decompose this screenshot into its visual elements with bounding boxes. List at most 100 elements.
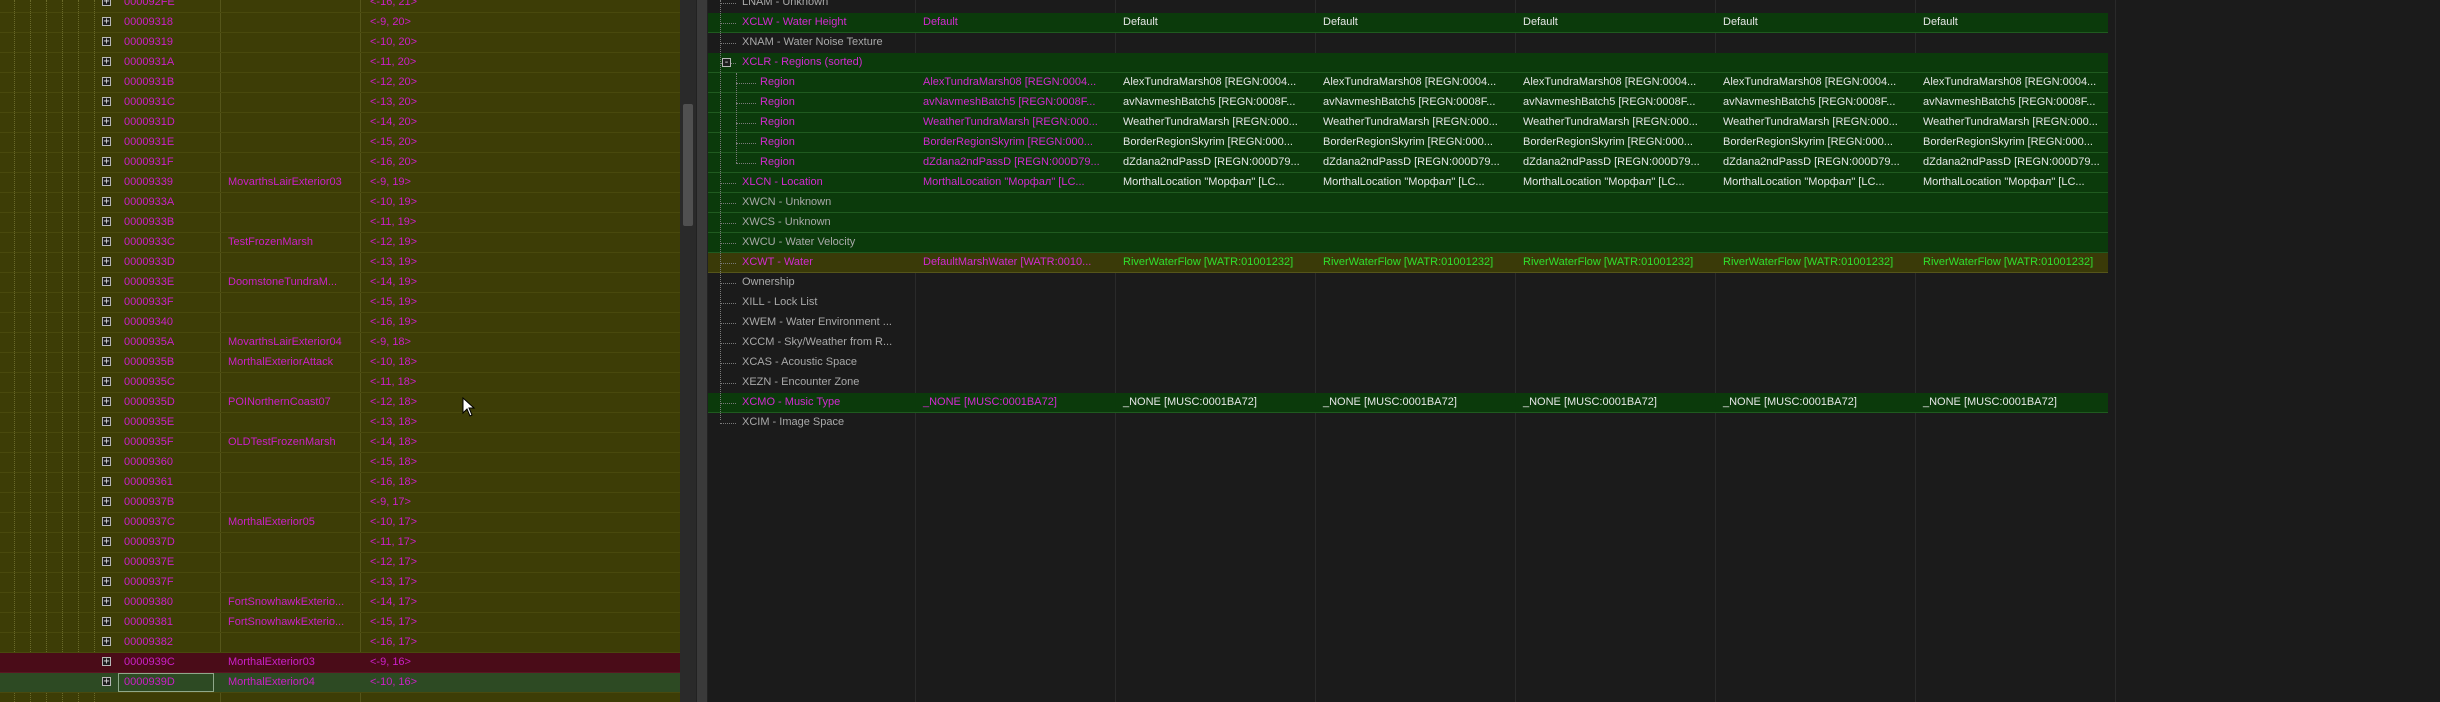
tree-row[interactable]: +0000931F <-16, 20> [0, 153, 680, 173]
tree-row[interactable]: +0000931C <-13, 20> [0, 93, 680, 113]
expand-plus-icon[interactable]: + [102, 657, 111, 667]
field-value[interactable]: BorderRegionSkyrim [REGN:000... [1117, 133, 1313, 152]
tree-row[interactable]: +00009381 FortSnowhawkExterio... <-15, 17> [0, 613, 680, 633]
expand-plus-icon[interactable]: + [102, 57, 111, 67]
field-value[interactable]: Default [1317, 13, 1513, 32]
field-value[interactable]: MorthalLocation "Морфал" [LC... [1717, 173, 1913, 192]
tree-row[interactable]: +00009382 <-16, 17> [0, 633, 680, 653]
field-value[interactable]: RiverWaterFlow [WATR:01001232] [1917, 253, 2113, 272]
field-value[interactable]: BorderRegionSkyrim [REGN:000... [1317, 133, 1513, 152]
tree-row[interactable]: +0000935D POINorthernCoast07 <-12, 18> [0, 393, 680, 413]
field-row[interactable]: XCIM - Image Space [708, 413, 2108, 433]
field-row[interactable]: - XCLR - Regions (sorted) [708, 53, 2108, 73]
field-value[interactable]: AlexTundraMarsh08 [REGN:0004... [1317, 73, 1513, 92]
tree-row[interactable]: +0000937F <-13, 17> [0, 573, 680, 593]
field-value[interactable]: Default [1517, 13, 1713, 32]
tree-row[interactable]: +0000933E DoomstoneTundraM... <-14, 19> [0, 273, 680, 293]
tree-row[interactable]: +0000937B <-9, 17> [0, 493, 680, 513]
field-value[interactable]: WeatherTundraMarsh [REGN:000... [1517, 113, 1713, 132]
field-row[interactable]: Region dZdana2ndPassD [REGN:000D79... dZda… [708, 153, 2108, 173]
expand-plus-icon[interactable]: + [102, 117, 111, 127]
field-row[interactable]: XLCN - Location MorthalLocation "Морфал" … [708, 173, 2108, 193]
field-value[interactable]: AlexTundraMarsh08 [REGN:0004... [917, 73, 1113, 92]
field-value[interactable]: AlexTundraMarsh08 [REGN:0004... [1517, 73, 1713, 92]
field-value[interactable]: WeatherTundraMarsh [REGN:000... [1317, 113, 1513, 132]
expand-plus-icon[interactable]: + [102, 477, 111, 487]
expand-plus-icon[interactable]: + [102, 237, 111, 247]
expand-plus-icon[interactable]: + [102, 357, 111, 367]
field-row[interactable]: Region WeatherTundraMarsh [REGN:000... Wea… [708, 113, 2108, 133]
expand-plus-icon[interactable]: + [102, 217, 111, 227]
field-row[interactable]: XCMO - Music Type _NONE [MUSC:0001BA72] _N… [708, 393, 2108, 413]
field-row[interactable]: Region BorderRegionSkyrim [REGN:000... Bor… [708, 133, 2108, 153]
field-value[interactable]: BorderRegionSkyrim [REGN:000... [917, 133, 1113, 152]
expand-plus-icon[interactable]: + [102, 577, 111, 587]
tree-row[interactable]: +0000933C TestFrozenMarsh <-12, 19> [0, 233, 680, 253]
field-row[interactable]: XWEM - Water Environment ... [708, 313, 2108, 333]
expand-plus-icon[interactable]: + [102, 337, 111, 347]
field-value[interactable]: DefaultMarshWater [WATR:0010... [917, 253, 1113, 272]
expand-plus-icon[interactable]: + [102, 0, 111, 7]
tree-row[interactable]: +00009361 <-16, 18> [0, 473, 680, 493]
expand-plus-icon[interactable]: + [102, 557, 111, 567]
tree-row[interactable]: +00009339 MovarthsLairExterior03 <-9, 19> [0, 173, 680, 193]
field-value[interactable]: _NONE [MUSC:0001BA72] [1317, 393, 1513, 412]
field-value[interactable]: RiverWaterFlow [WATR:01001232] [1117, 253, 1313, 272]
expand-plus-icon[interactable]: + [102, 437, 111, 447]
tree-row[interactable]: +0000937C MorthalExterior05 <-10, 17> [0, 513, 680, 533]
field-value[interactable]: _NONE [MUSC:0001BA72] [1717, 393, 1913, 412]
field-value[interactable]: MorthalLocation "Морфал" [LC... [1117, 173, 1313, 192]
field-row[interactable]: XCCM - Sky/Weather from R... [708, 333, 2108, 353]
tree-row[interactable]: +0000933D <-13, 19> [0, 253, 680, 273]
field-value[interactable]: avNavmeshBatch5 [REGN:0008F... [1317, 93, 1513, 112]
field-value[interactable]: WeatherTundraMarsh [REGN:000... [1717, 113, 1913, 132]
field-value[interactable]: Default [917, 13, 1113, 32]
field-value[interactable]: WeatherTundraMarsh [REGN:000... [1917, 113, 2113, 132]
field-value[interactable]: Default [1117, 13, 1313, 32]
field-row[interactable]: XCAS - Acoustic Space [708, 353, 2108, 373]
field-row[interactable]: LNAM - Unknown [708, 0, 2108, 13]
field-value[interactable]: _NONE [MUSC:0001BA72] [1517, 393, 1713, 412]
tree-row[interactable]: +0000935A MovarthsLairExterior04 <-9, 18> [0, 333, 680, 353]
expand-plus-icon[interactable]: + [102, 377, 111, 387]
expand-plus-icon[interactable]: + [102, 77, 111, 87]
expand-plus-icon[interactable]: + [102, 17, 111, 27]
expand-plus-icon[interactable]: + [102, 677, 111, 687]
tree-row[interactable]: +0000931D <-14, 20> [0, 113, 680, 133]
field-value[interactable]: MorthalLocation "Морфал" [LC... [1317, 173, 1513, 192]
field-value[interactable]: dZdana2ndPassD [REGN:000D79... [917, 153, 1113, 172]
field-row[interactable]: XWCU - Water Velocity [708, 233, 2108, 253]
tree-row[interactable]: +0000933F <-15, 19> [0, 293, 680, 313]
field-row[interactable]: XILL - Lock List [708, 293, 2108, 313]
panel-splitter[interactable] [696, 0, 708, 702]
tree-row[interactable]: +0000937E <-12, 17> [0, 553, 680, 573]
expand-plus-icon[interactable]: + [102, 637, 111, 647]
field-value[interactable]: avNavmeshBatch5 [REGN:0008F... [1917, 93, 2113, 112]
field-row[interactable]: Ownership [708, 273, 2108, 293]
field-row[interactable]: XNAM - Water Noise Texture [708, 33, 2108, 53]
expand-plus-icon[interactable]: + [102, 97, 111, 107]
tree-row[interactable]: +0000939C MorthalExterior03 <-9, 16> [0, 653, 680, 673]
tree-row[interactable]: +0000935E <-13, 18> [0, 413, 680, 433]
expand-plus-icon[interactable]: + [102, 457, 111, 467]
tree-row[interactable]: +00009318 <-9, 20> [0, 13, 680, 33]
field-value[interactable]: AlexTundraMarsh08 [REGN:0004... [1917, 73, 2113, 92]
tree-row[interactable]: +0000935C <-11, 18> [0, 373, 680, 393]
tree-row[interactable]: +0000935F OLDTestFrozenMarsh <-14, 18> [0, 433, 680, 453]
expand-plus-icon[interactable]: + [102, 197, 111, 207]
field-value[interactable]: _NONE [MUSC:0001BA72] [917, 393, 1113, 412]
field-row[interactable]: XCLW - Water Height Default Default Default… [708, 13, 2108, 33]
tree-row[interactable]: +0000935B MorthalExteriorAttack <-10, 18> [0, 353, 680, 373]
tree-row[interactable]: +0000931B <-12, 20> [0, 73, 680, 93]
field-value[interactable]: RiverWaterFlow [WATR:01001232] [1517, 253, 1713, 272]
expand-plus-icon[interactable]: + [102, 617, 111, 627]
field-value[interactable]: RiverWaterFlow [WATR:01001232] [1317, 253, 1513, 272]
field-value[interactable]: BorderRegionSkyrim [REGN:000... [1517, 133, 1713, 152]
field-value[interactable]: avNavmeshBatch5 [REGN:0008F... [1517, 93, 1713, 112]
expand-plus-icon[interactable]: + [102, 417, 111, 427]
field-value[interactable]: Default [1717, 13, 1913, 32]
field-value[interactable]: avNavmeshBatch5 [REGN:0008F... [917, 93, 1113, 112]
collapse-minus-icon[interactable]: - [722, 58, 731, 68]
field-row[interactable]: XWCS - Unknown [708, 213, 2108, 233]
field-row[interactable]: Region avNavmeshBatch5 [REGN:0008F... avNa… [708, 93, 2108, 113]
